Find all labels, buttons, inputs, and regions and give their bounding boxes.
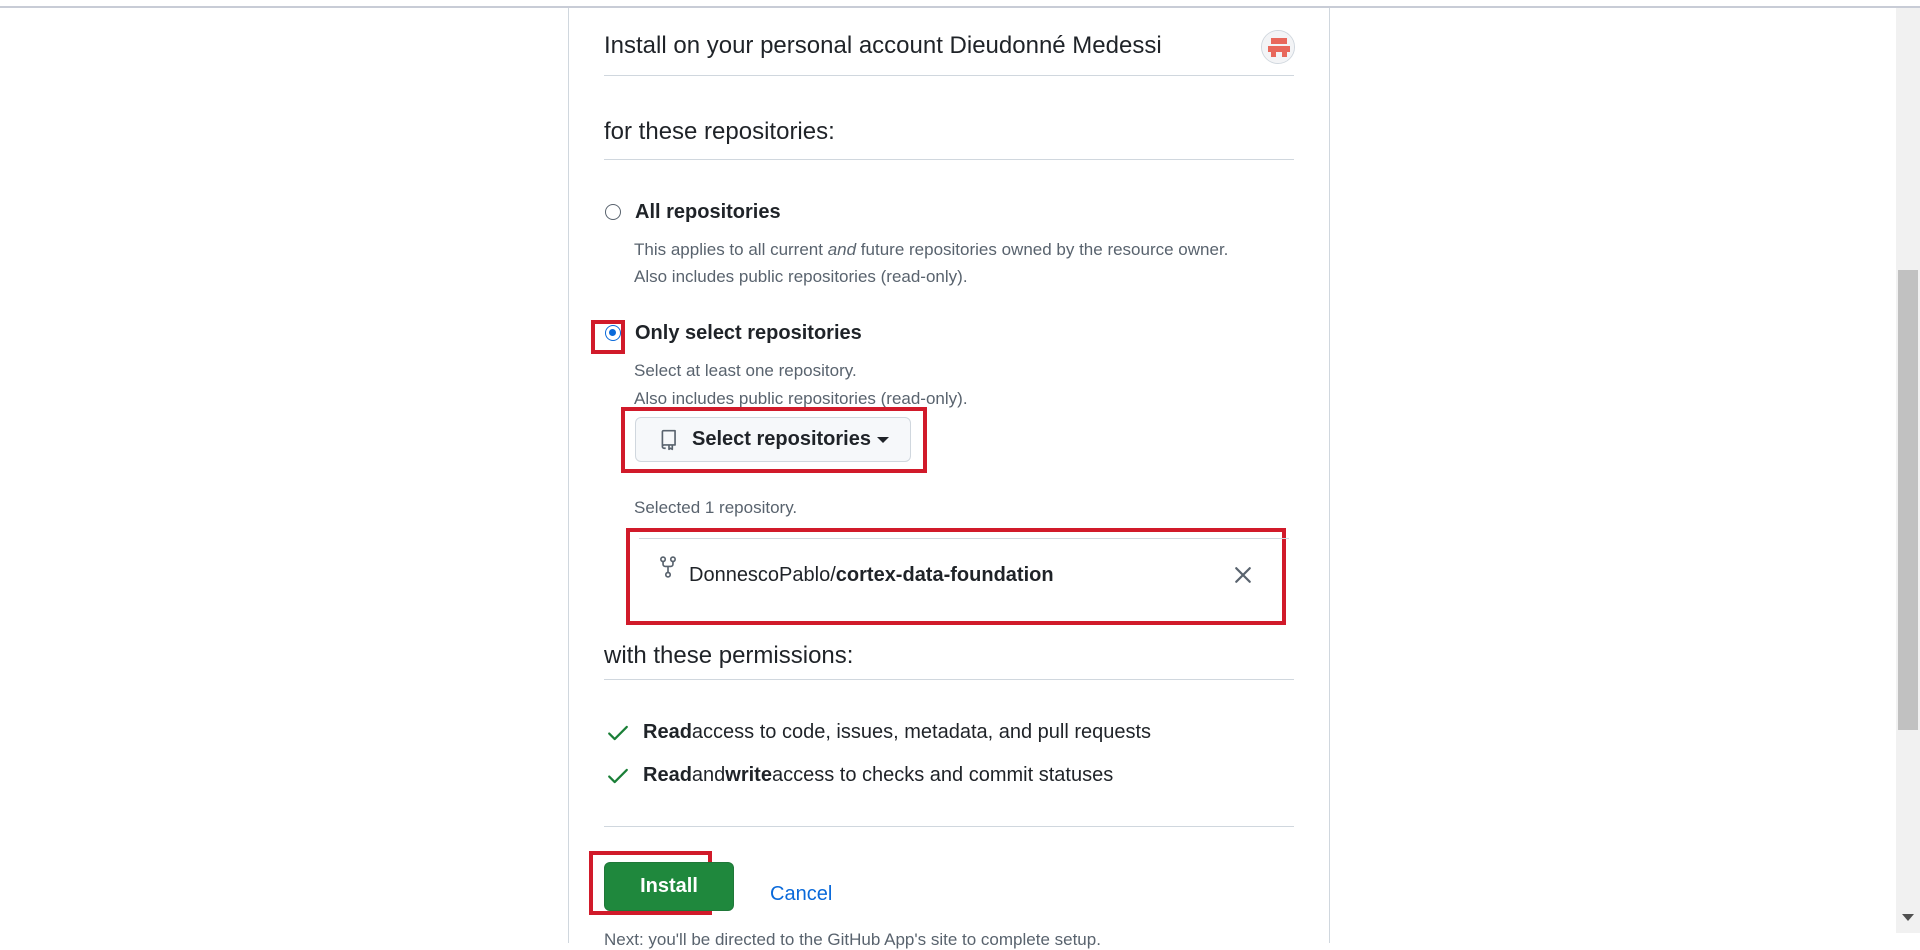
divider bbox=[604, 75, 1294, 76]
permission-item: Read and write access to checks and comm… bbox=[607, 764, 1113, 787]
close-icon[interactable] bbox=[1234, 566, 1252, 584]
avatar[interactable] bbox=[1261, 30, 1295, 64]
install-button[interactable]: Install bbox=[604, 862, 734, 911]
divider bbox=[604, 826, 1294, 827]
all-repositories-radio[interactable] bbox=[605, 204, 621, 220]
select-repositories-button[interactable]: Select repositories bbox=[635, 417, 911, 462]
select-repositories-label: Select repositories bbox=[692, 428, 871, 450]
check-icon bbox=[608, 768, 628, 783]
permissions-section-title: with these permissions: bbox=[604, 642, 854, 669]
permission-item: Read access to code, issues, metadata, a… bbox=[607, 721, 1151, 744]
repo-forked-icon bbox=[660, 556, 676, 578]
browser-top-edge bbox=[0, 0, 1920, 8]
selected-count-text: Selected 1 repository. bbox=[634, 498, 798, 517]
only-select-repositories-description: Select at least one repository. bbox=[634, 361, 857, 380]
repositories-section-title: for these repositories: bbox=[604, 118, 835, 145]
install-panel: Install on your personal account Dieudon… bbox=[568, 8, 1330, 949]
divider bbox=[604, 159, 1294, 160]
next-step-note: Next: you'll be directed to the GitHub A… bbox=[604, 930, 1101, 949]
all-repositories-label[interactable]: All repositories bbox=[635, 201, 781, 224]
only-select-repositories-radio[interactable] bbox=[605, 325, 621, 341]
all-repositories-note: Also includes public repositories (read-… bbox=[634, 267, 968, 286]
check-icon bbox=[608, 725, 628, 740]
selected-repo-name: DonnescoPablo/cortex-data-foundation bbox=[689, 564, 1054, 586]
install-target-title: Install on your personal account Dieudon… bbox=[604, 32, 1162, 59]
chevron-down-icon bbox=[876, 436, 889, 443]
identicon-avatar-icon bbox=[1262, 31, 1294, 63]
all-repositories-description: This applies to all current and future r… bbox=[634, 240, 1229, 259]
divider bbox=[604, 679, 1294, 680]
scrollbar-thumb[interactable] bbox=[1898, 270, 1918, 730]
cancel-link[interactable]: Cancel bbox=[770, 884, 832, 904]
only-select-repositories-label[interactable]: Only select repositories bbox=[635, 322, 862, 345]
repo-icon bbox=[661, 429, 676, 450]
scroll-down-arrow-icon[interactable] bbox=[1902, 914, 1914, 921]
